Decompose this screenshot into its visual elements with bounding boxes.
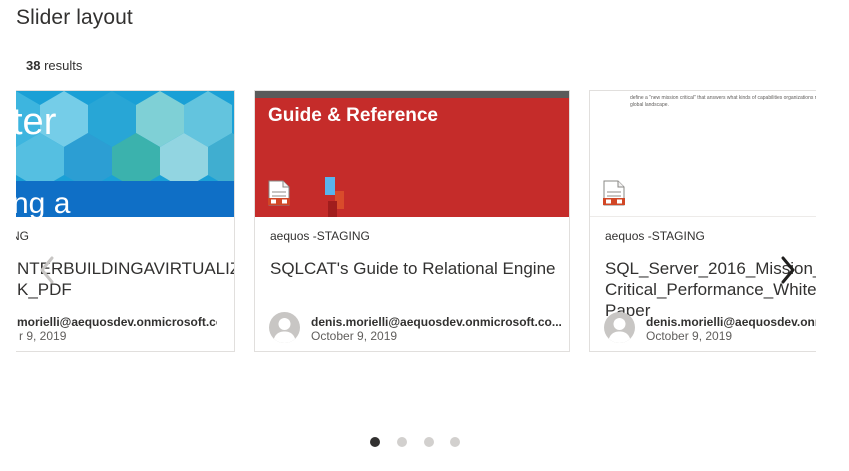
modified-date: October 9, 2019 xyxy=(646,329,733,343)
pagination-dot[interactable] xyxy=(450,437,460,447)
document-title[interactable]: SQLCAT's Guide to Relational Engine xyxy=(270,258,569,279)
modified-date: October 9, 2019 xyxy=(311,329,398,343)
chevron-right-icon[interactable] xyxy=(776,254,800,286)
document-card[interactable]: Guide & Reference aequos -STAGING SQLCAT… xyxy=(254,90,570,352)
thumbnail-snippet: define a "new mission critical" that ans… xyxy=(630,95,816,108)
author-name: denis.morielli@aequosdev.onmicrosoft.co.… xyxy=(646,315,816,329)
page-title: Slider layout xyxy=(16,6,133,29)
document-thumbnail: Guide & Reference xyxy=(255,91,569,217)
person-icon xyxy=(604,312,635,343)
site-name: NG xyxy=(16,229,29,243)
document-thumbnail: define a "new mission critical" that ans… xyxy=(590,91,816,217)
results-label: results xyxy=(44,58,83,73)
slider-track: ter ng a NG NTERBUILDINGAVIRTUALIZE K_PD… xyxy=(16,90,816,352)
chevron-left-icon[interactable] xyxy=(35,254,59,286)
document-thumbnail: ter ng a xyxy=(16,91,234,217)
slider-viewport: ter ng a NG NTERBUILDINGAVIRTUALIZE K_PD… xyxy=(16,90,816,352)
author-name: morielli@aequosdev.onmicrosoft.co... xyxy=(17,315,217,329)
document-card[interactable]: define a "new mission critical" that ans… xyxy=(589,90,816,352)
results-number: 38 xyxy=(26,58,41,73)
pagination-dot[interactable] xyxy=(424,437,434,447)
pagination-dot[interactable] xyxy=(397,437,407,447)
document-card[interactable]: ter ng a NG NTERBUILDINGAVIRTUALIZE K_PD… xyxy=(16,90,235,352)
thumbnail-heading: ter xyxy=(16,101,57,143)
site-name: aequos -STAGING xyxy=(605,229,705,243)
modified-date: r 9, 2019 xyxy=(19,329,67,343)
results-count: 38 results xyxy=(26,58,82,73)
site-name: aequos -STAGING xyxy=(270,229,370,243)
author-name: denis.morielli@aequosdev.onmicrosoft.co.… xyxy=(311,315,561,329)
pagination-dot[interactable] xyxy=(370,437,380,447)
person-icon xyxy=(269,312,300,343)
thumbnail-heading: Guide & Reference xyxy=(268,105,438,126)
thumbnail-subheading: ng a xyxy=(16,187,71,217)
